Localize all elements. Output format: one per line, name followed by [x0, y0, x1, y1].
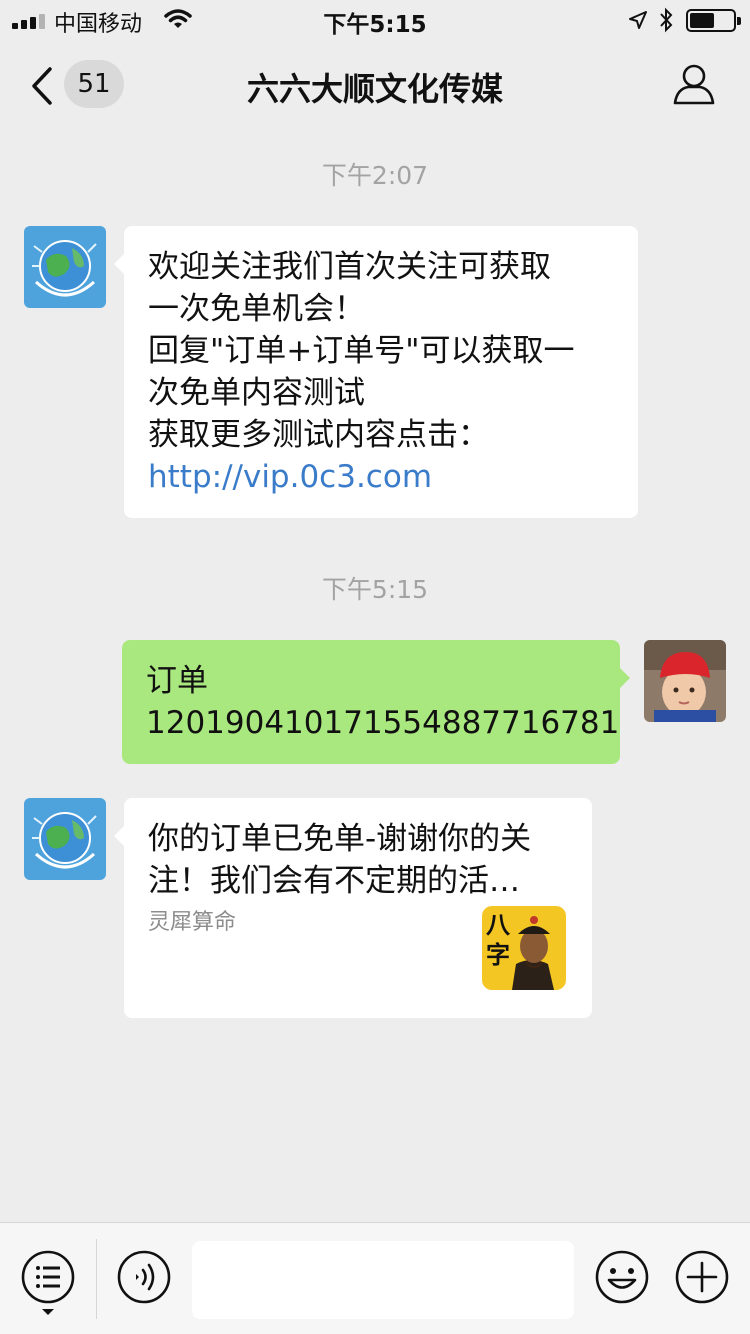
message-text: 回复"订单+订单号"可以获取一: [148, 333, 575, 369]
card-thumbnail: 八字: [482, 906, 566, 990]
chat-toolbar: [0, 1222, 750, 1334]
user-avatar[interactable]: [644, 640, 726, 722]
toolbar-divider: [96, 1239, 97, 1319]
message-link[interactable]: http://vip.0c3.com: [148, 456, 614, 498]
nav-bar: 51 六六大顺文化传媒: [0, 44, 750, 128]
official-account-avatar[interactable]: [24, 226, 106, 308]
message-text: 订单: [146, 663, 208, 699]
status-bar: 中国移动 下午5:15: [0, 0, 750, 40]
message-text: 欢迎关注我们首次关注可获取: [148, 249, 551, 285]
voice-icon[interactable]: [116, 1249, 172, 1305]
chat-title: 六六大顺文化传媒: [246, 70, 503, 108]
card-source: 灵犀算命: [148, 910, 237, 935]
card-title: 你的订单已免单-谢谢你的关: [148, 821, 532, 857]
bluetooth-icon: [660, 7, 673, 33]
timestamp: 下午5:15: [321, 575, 429, 604]
battery-icon: [686, 9, 741, 32]
card-thumbnail-text: 八字: [486, 910, 510, 969]
message-text: 一次免单机会！: [148, 291, 365, 327]
sent-message-bubble[interactable]: 订单 120190410171554887716781: [122, 640, 630, 764]
plus-icon[interactable]: [674, 1249, 730, 1305]
message-input[interactable]: [192, 1241, 574, 1319]
location-icon: [629, 11, 647, 29]
message-bubble[interactable]: 欢迎关注我们首次关注可获取 一次免单机会！ 回复"订单+订单号"可以获取一 次免…: [114, 226, 638, 518]
timestamp: 下午2:07: [321, 161, 429, 190]
message-text: 获取更多测试内容点击：: [148, 417, 489, 453]
card-title: 注！我们会有不定期的活…: [148, 863, 520, 899]
menu-icon[interactable]: [20, 1249, 76, 1319]
person-icon[interactable]: [672, 62, 716, 106]
message-text: 次免单内容测试: [148, 375, 365, 411]
link-card-bubble[interactable]: 你的订单已免单-谢谢你的关 注！我们会有不定期的活… 灵犀算命 八字: [114, 798, 592, 1018]
official-account-avatar[interactable]: [24, 798, 106, 880]
message-text: 120190410171554887716781: [146, 705, 620, 741]
emoji-icon[interactable]: [594, 1249, 650, 1305]
